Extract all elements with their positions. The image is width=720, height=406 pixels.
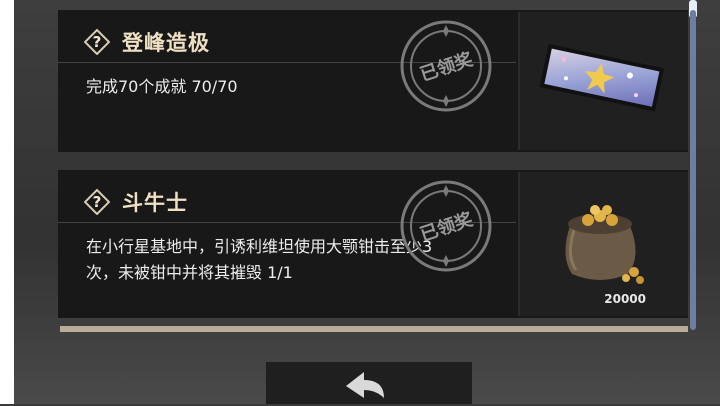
starry-ticket-icon — [538, 42, 668, 126]
claimed-stamp: 已领奖 — [396, 16, 496, 116]
return-arrow-icon — [338, 368, 398, 406]
question-diamond-icon: ? — [84, 189, 110, 215]
achievement-card[interactable]: ? 斗牛士 在小行星基地中，引诱利维坦使用大颚钳击至少3次，未被钳中并将其摧毁 … — [58, 170, 688, 318]
achievement-title-row: ? 斗牛士 — [84, 186, 188, 218]
achievement-main: ? 斗牛士 在小行星基地中，引诱利维坦使用大颚钳击至少3次，未被钳中并将其摧毁 … — [58, 170, 516, 318]
achievement-card[interactable]: ? 登峰造极 完成70个成就 70/70 已领奖 — [58, 10, 688, 152]
left-frame — [0, 0, 14, 404]
list-bottom-border — [60, 326, 688, 332]
claimed-stamp: 已领奖 — [396, 176, 496, 276]
claimed-stamp-label: 已领奖 — [417, 208, 476, 246]
back-button[interactable] — [338, 368, 398, 404]
question-diamond-icon: ? — [84, 29, 110, 55]
svg-text:?: ? — [93, 33, 102, 51]
claimed-stamp-label: 已领奖 — [417, 48, 476, 86]
achievement-description: 在小行星基地中，引诱利维坦使用大颚钳击至少3次，未被钳中并将其摧毁 1/1 — [86, 237, 433, 282]
achievement-title: 斗牛士 — [122, 191, 188, 215]
reward-quantity: 20000 — [604, 292, 646, 306]
achievement-title-row: ? 登峰造极 — [84, 26, 210, 58]
coin-sack-icon — [550, 186, 650, 290]
reward-slot[interactable]: 20000 — [518, 172, 688, 316]
achievement-main: ? 登峰造极 完成70个成就 70/70 已领奖 — [58, 10, 516, 152]
achievement-title: 登峰造极 — [122, 31, 210, 55]
achievement-description: 完成70个成就 70/70 — [86, 77, 238, 96]
svg-text:?: ? — [93, 193, 102, 211]
scrollbar[interactable] — [690, 10, 696, 330]
reward-slot[interactable] — [518, 12, 688, 150]
